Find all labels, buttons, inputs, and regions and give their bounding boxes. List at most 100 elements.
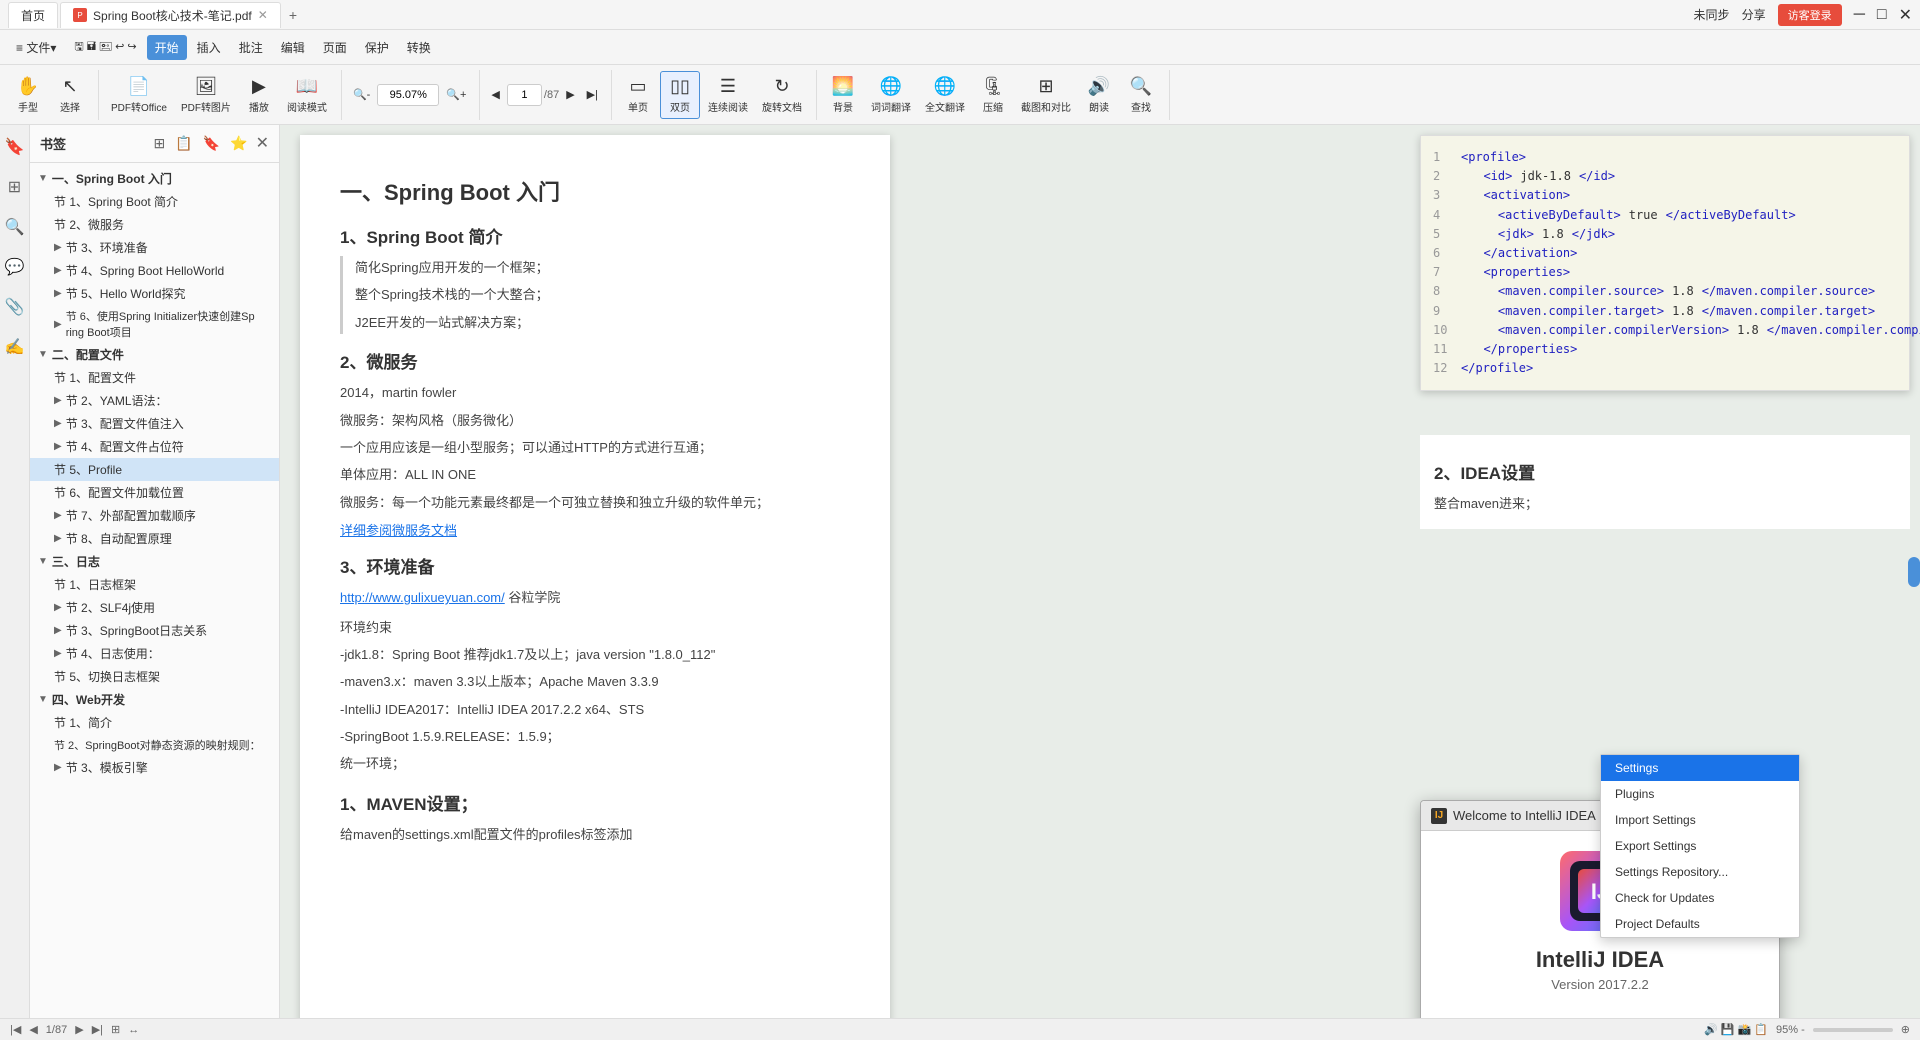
tab-pdf[interactable]: P Spring Boot核心技术-笔记.pdf ✕ <box>60 2 281 28</box>
window-close[interactable]: ✕ <box>1899 5 1912 25</box>
zoom-input[interactable] <box>378 89 438 101</box>
tree-item-2-7[interactable]: ▶节 7、外部配置加载顺序 <box>30 504 279 527</box>
tree-item-4-2[interactable]: 节 2、SpringBoot对静态资源的映射规则： <box>30 734 279 756</box>
read-mode-button[interactable]: 📖 阅读模式 <box>281 72 333 118</box>
tree-item-3-4[interactable]: ▶节 4、日志使用： <box>30 642 279 665</box>
status-page-nav-next[interactable]: ▶ <box>75 1023 83 1036</box>
play-button[interactable]: ▶ 播放 <box>239 72 279 118</box>
attachment-icon[interactable]: 📎 <box>1 293 29 321</box>
select-tool-button[interactable]: ↖ 选择 <box>50 72 90 118</box>
tree-item-3-5[interactable]: 节 5、切换日志框架 <box>30 665 279 688</box>
context-menu-settings[interactable]: Settings <box>1601 755 1799 781</box>
context-menu-project-defaults[interactable]: Project Defaults <box>1601 911 1799 937</box>
tree-item-2-4[interactable]: ▶节 4、配置文件占位符 <box>30 435 279 458</box>
menu-insert[interactable]: 插入 <box>189 35 229 60</box>
pdf-section2-year: 2014，martin fowler <box>340 381 850 404</box>
search-panel-icon[interactable]: 🔍 <box>1 213 29 241</box>
search-button[interactable]: 🔍 查找 <box>1121 72 1161 118</box>
tree-item-3-3[interactable]: ▶节 3、SpringBoot日志关系 <box>30 619 279 642</box>
pdf-microservice-link[interactable]: 详细参阅微服务文档 <box>340 523 457 538</box>
tab-home[interactable]: 首页 <box>8 2 58 28</box>
tree-item-2-8[interactable]: ▶节 8、自动配置原理 <box>30 527 279 550</box>
background-button[interactable]: 🌅 背景 <box>823 72 863 118</box>
status-page-nav-first[interactable]: |◀ <box>10 1023 21 1036</box>
tree-item-1-2[interactable]: 节 2、微服务 <box>30 213 279 236</box>
zoom-in-button[interactable]: 🔍+ <box>441 85 471 104</box>
hand-tool-button[interactable]: ✋ 手型 <box>8 72 48 118</box>
tree-item-3-1[interactable]: 节 1、日志框架 <box>30 573 279 596</box>
compare-button[interactable]: ⊞ 截图和对比 <box>1015 72 1077 118</box>
context-menu-check-updates[interactable]: Check for Updates <box>1601 885 1799 911</box>
menu-comment[interactable]: 批注 <box>231 35 271 60</box>
next-page-button[interactable]: ▶ <box>561 85 579 104</box>
context-menu-export-settings[interactable]: Export Settings <box>1601 833 1799 859</box>
sidebar-icon-4[interactable]: ⭐ <box>228 133 249 154</box>
tree-item-2-3[interactable]: ▶节 3、配置文件值注入 <box>30 412 279 435</box>
status-fit-page[interactable]: ⊞ <box>111 1023 120 1036</box>
tree-item-4-1[interactable]: 节 1、简介 <box>30 711 279 734</box>
scroll-indicator[interactable] <box>1908 557 1920 587</box>
sidebar-icon-3[interactable]: 🔖 <box>201 133 222 154</box>
context-menu-settings-repo[interactable]: Settings Repository... <box>1601 859 1799 885</box>
sidebar-icon-1[interactable]: ⊞ <box>152 133 168 154</box>
pdf-to-image-button[interactable]: 🖼 PDF转图片 <box>175 72 237 118</box>
signature-icon[interactable]: ✍ <box>1 333 29 361</box>
pdf-env-url: http://www.gulixueyuan.com/ 谷粒学院 <box>340 586 850 609</box>
tree-item-1-4[interactable]: ▶节 4、Spring Boot HelloWorld <box>30 259 279 282</box>
rotate-button[interactable]: ↻ 旋转文档 <box>756 72 808 118</box>
tree-item-2-5[interactable]: 节 5、Profile <box>30 458 279 481</box>
tree-item-4-3[interactable]: ▶节 3、模板引擎 <box>30 756 279 779</box>
tree-chapter-1[interactable]: ▼ 一、Spring Boot 入门 <box>30 167 279 190</box>
tree-item-2-2[interactable]: ▶节 2、YAML语法： <box>30 389 279 412</box>
sidebar-icon-2[interactable]: 📋 <box>173 133 194 154</box>
double-page-button[interactable]: ▯▯ 双页 <box>660 71 700 119</box>
tree-item-1-5[interactable]: ▶节 5、Hello World探究 <box>30 282 279 305</box>
status-fit-width[interactable]: ↔ <box>128 1024 139 1036</box>
window-restore[interactable]: □ <box>1877 6 1887 24</box>
tree-chapter-3[interactable]: ▼ 三、日志 <box>30 550 279 573</box>
thumbnails-icon[interactable]: ⊞ <box>4 173 25 201</box>
context-menu-plugins[interactable]: Plugins <box>1601 781 1799 807</box>
full-translate-button[interactable]: 🌐 全文翻译 <box>919 72 971 118</box>
page-number-input[interactable] <box>507 84 542 106</box>
prev-page-button[interactable]: ◀ <box>486 85 504 104</box>
window-minimize[interactable]: ─ <box>1854 6 1865 24</box>
compress-button[interactable]: 🗜 压缩 <box>973 72 1013 118</box>
menu-file[interactable]: ≡ 文件▾ <box>8 35 64 60</box>
pdf-section1-title: 1、Spring Boot 简介 <box>340 223 850 248</box>
status-zoom-fit[interactable]: ⊕ <box>1901 1023 1910 1036</box>
tree-item-1-1[interactable]: 节 1、Spring Boot 简介 <box>30 190 279 213</box>
tree-item-1-3[interactable]: ▶节 3、环境准备 <box>30 236 279 259</box>
bookmarks-icon[interactable]: 🔖 <box>1 133 29 161</box>
last-page-button[interactable]: ▶| <box>582 85 603 104</box>
menu-convert[interactable]: 转换 <box>399 35 439 60</box>
guest-login-button[interactable]: 访客登录 <box>1778 4 1842 26</box>
code-line-1: 1<profile> <box>1433 148 1897 167</box>
menu-page[interactable]: 页面 <box>315 35 355 60</box>
read-button[interactable]: 🔊 朗读 <box>1079 72 1119 118</box>
word-translate-button[interactable]: 🌐 词词翻译 <box>865 72 917 118</box>
zoom-out-button[interactable]: 🔍- <box>348 85 375 104</box>
create-project-button[interactable]: ⚙ Create New Project <box>1441 1012 1759 1018</box>
tab-add-button[interactable]: + <box>281 3 305 27</box>
pdf-to-office-button[interactable]: 📄 PDF转Office <box>105 72 173 118</box>
status-zoom-slider[interactable] <box>1813 1028 1893 1032</box>
tree-item-2-1[interactable]: 节 1、配置文件 <box>30 366 279 389</box>
tab-close-icon[interactable]: ✕ <box>258 8 268 22</box>
sidebar-close-button[interactable]: ✕ <box>256 133 269 154</box>
menu-edit[interactable]: 编辑 <box>273 35 313 60</box>
comment-panel-icon[interactable]: 💬 <box>1 253 29 281</box>
continuous-button[interactable]: ☰ 连续阅读 <box>702 72 754 118</box>
share-label[interactable]: 分享 <box>1742 6 1766 23</box>
status-page-nav-prev[interactable]: ◀ <box>29 1023 37 1036</box>
menu-protect[interactable]: 保护 <box>357 35 397 60</box>
tree-item-2-6[interactable]: 节 6、配置文件加载位置 <box>30 481 279 504</box>
context-menu-import-settings[interactable]: Import Settings <box>1601 807 1799 833</box>
tree-chapter-2[interactable]: ▼ 二、配置文件 <box>30 343 279 366</box>
menu-start[interactable]: 开始 <box>147 35 187 60</box>
single-page-button[interactable]: ▭ 单页 <box>618 72 658 118</box>
tree-item-3-2[interactable]: ▶节 2、SLF4j使用 <box>30 596 279 619</box>
tree-chapter-4[interactable]: ▼ 四、Web开发 <box>30 688 279 711</box>
tree-item-1-6[interactable]: ▶节 6、使用Spring Initializer快速创建Sp ring Boo… <box>30 305 279 343</box>
status-page-nav-last[interactable]: ▶| <box>92 1023 103 1036</box>
